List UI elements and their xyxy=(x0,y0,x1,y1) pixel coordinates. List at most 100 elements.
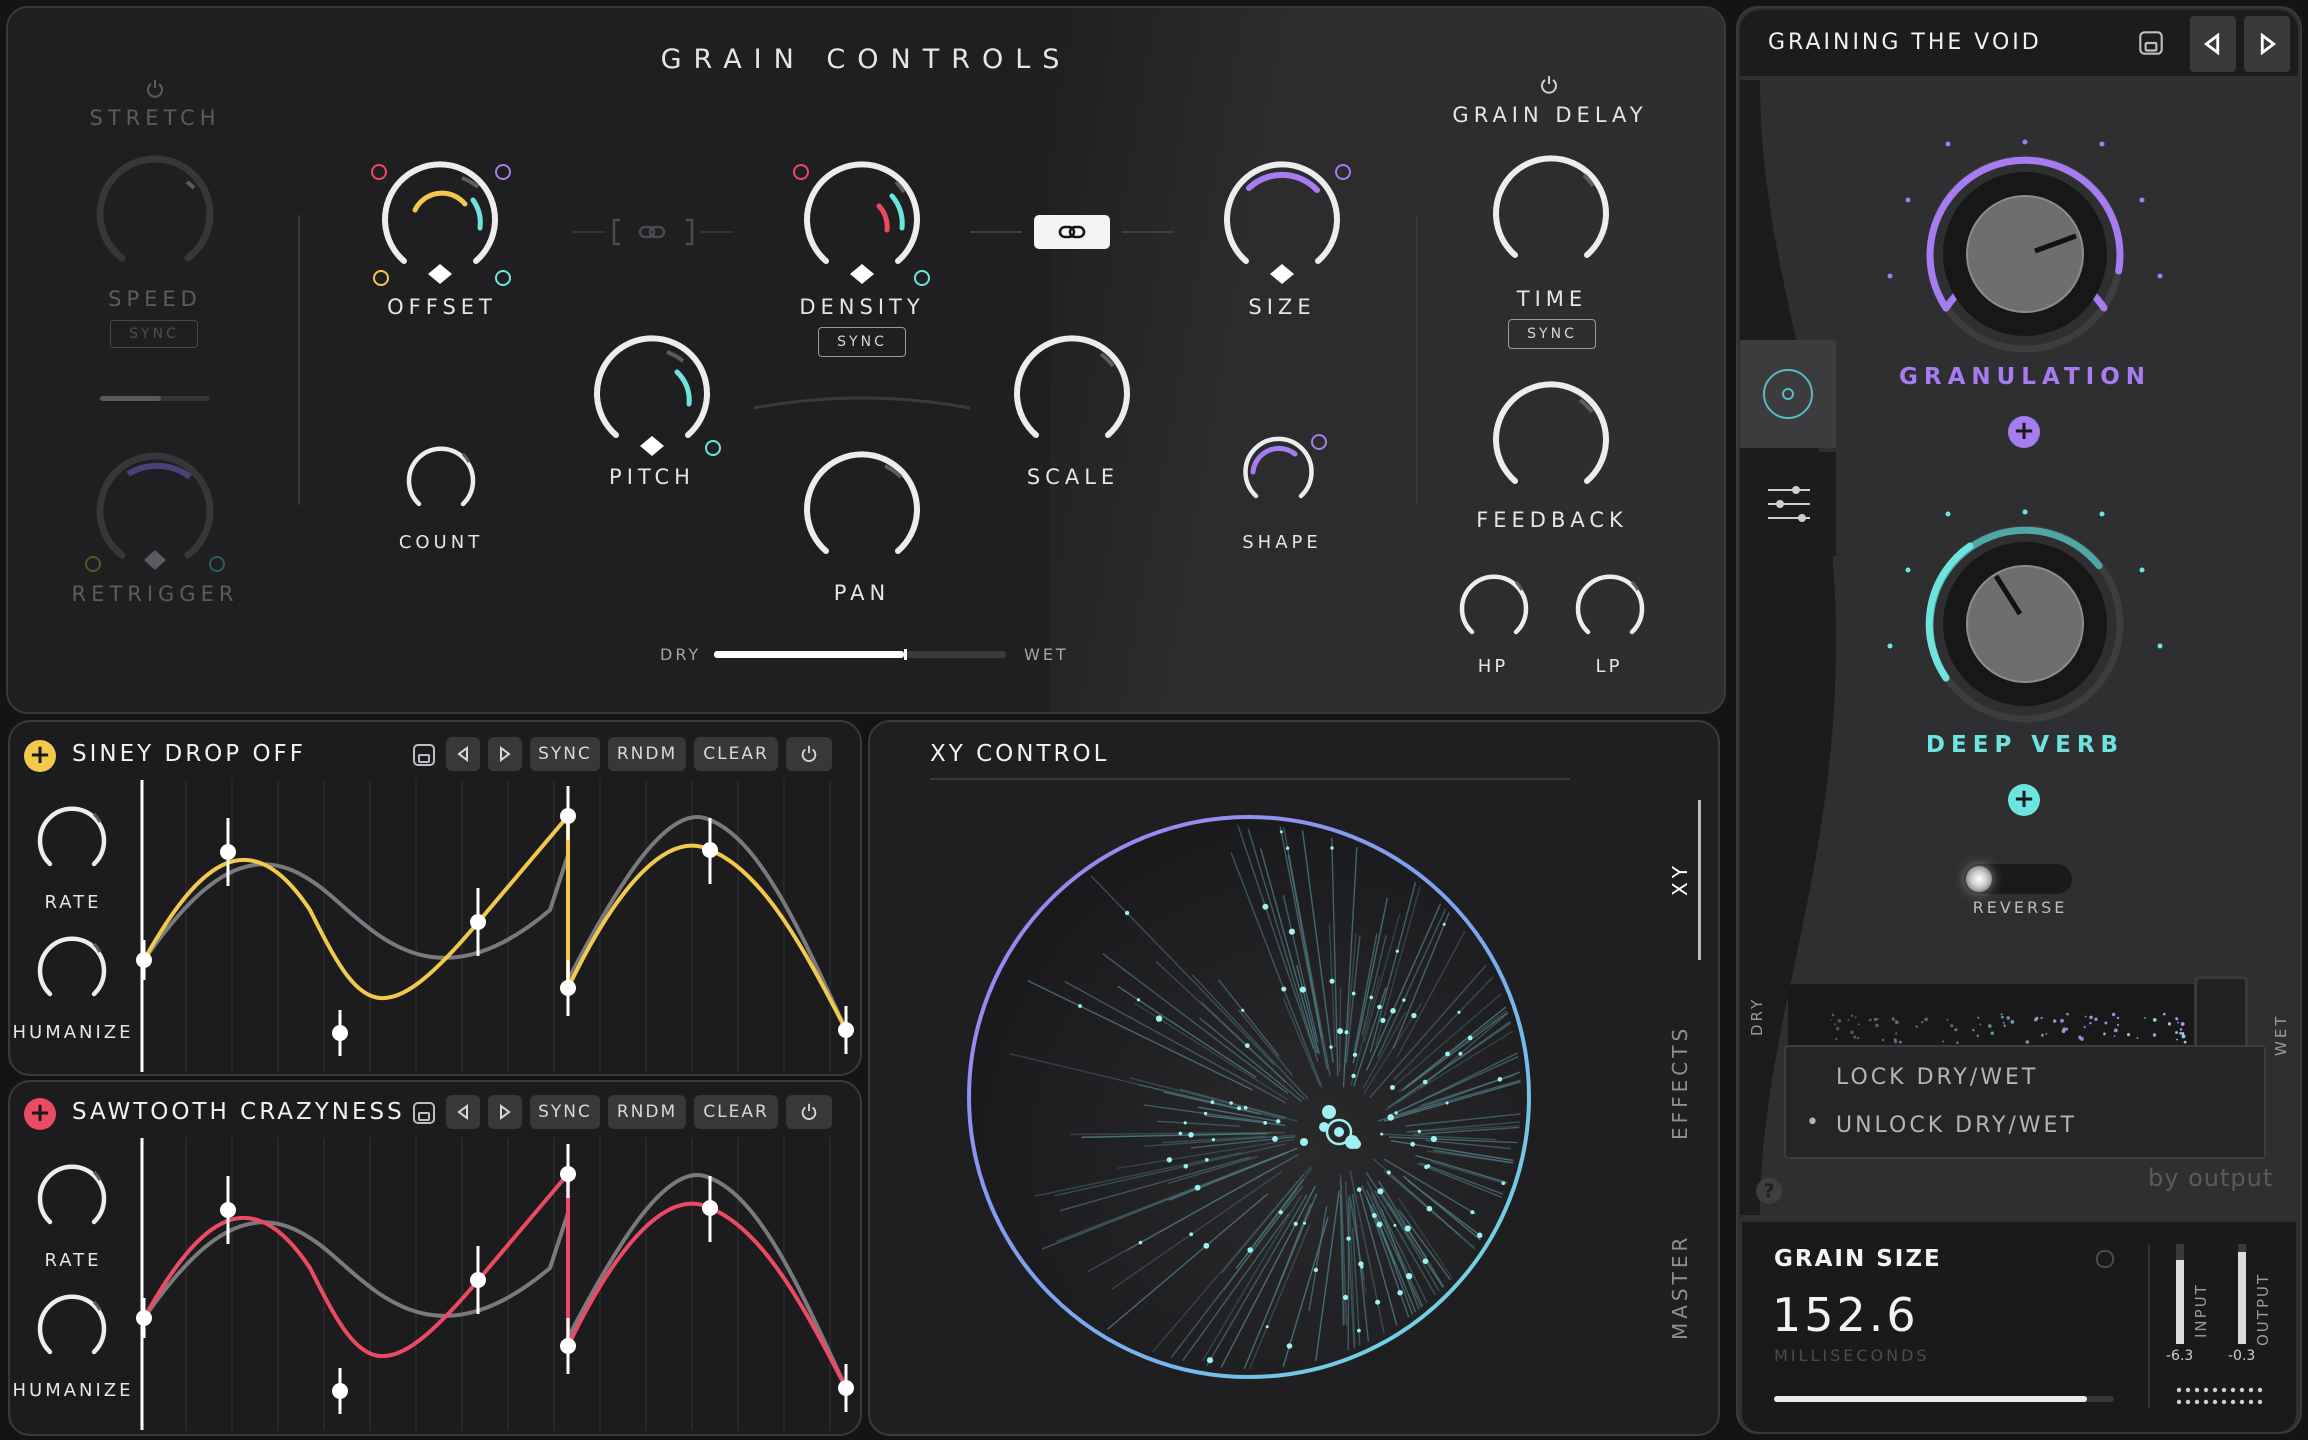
xy-grain-dot xyxy=(1244,1043,1250,1048)
xy-pad[interactable] xyxy=(964,812,1534,1382)
xy-grain-dot xyxy=(1342,1294,1349,1300)
xy-grain-dot xyxy=(1203,1111,1208,1116)
dry-wet-sparkle xyxy=(2113,1035,2116,1037)
dry-wet-sparkle xyxy=(1894,1020,1899,1025)
unlock-dry-wet-option[interactable]: UNLOCK DRY/WET xyxy=(1836,1113,2077,1138)
density-knob[interactable] xyxy=(793,160,930,290)
dry-wet-sparkle xyxy=(2180,1022,2185,1026)
grain-delay-power-icon[interactable] xyxy=(1538,74,1560,96)
xy-grain-dot xyxy=(1293,1221,1298,1226)
mod2-curve-editor[interactable] xyxy=(136,1138,856,1430)
lp-knob[interactable] xyxy=(1572,568,1648,644)
pitch-knob[interactable] xyxy=(587,334,721,464)
preset-dry-wet-display[interactable] xyxy=(1788,976,2248,1062)
help-icon[interactable]: ? xyxy=(1756,1178,1782,1204)
shape-label: SHAPE xyxy=(1242,532,1322,553)
dry-wet-sparkle xyxy=(2065,1027,2069,1031)
pan-scale-arc xyxy=(753,396,971,410)
tab-effects[interactable]: EFFECTS xyxy=(1668,1025,1692,1140)
preset-next-button[interactable] xyxy=(2244,16,2290,72)
mod2-add-icon[interactable]: + xyxy=(24,1098,56,1130)
mod2-power-button[interactable] xyxy=(786,1095,832,1129)
mod1-prev-icon xyxy=(457,746,468,762)
xy-title-underline xyxy=(930,778,1570,780)
offset-density-link-icon[interactable] xyxy=(612,216,694,248)
speed-sync-button[interactable]: SYNC xyxy=(110,320,198,348)
link-line-3 xyxy=(970,231,1022,233)
speed-knob[interactable] xyxy=(90,155,220,285)
tab-master[interactable]: MASTER xyxy=(1668,1234,1692,1340)
dry-wet-sparkle xyxy=(2116,1016,2120,1020)
stretch-slider-fill xyxy=(100,396,161,401)
preset-save-icon[interactable] xyxy=(2136,28,2166,58)
speed-label: SPEED xyxy=(108,287,202,311)
mod2-name: SAWTOOTH CRAZYNESS xyxy=(72,1099,405,1125)
input-meter-label: INPUT xyxy=(2192,1283,2210,1338)
mod1-humanize-knob[interactable] xyxy=(34,930,110,1006)
nav-tab-xy[interactable] xyxy=(1740,340,1836,448)
count-knob[interactable] xyxy=(403,440,479,516)
reverse-toggle[interactable] xyxy=(1964,864,2072,894)
tab-xy[interactable]: XY xyxy=(1668,862,1692,896)
dry-wet-sparkle xyxy=(2078,1037,2081,1040)
dry-wet-sparkle xyxy=(1831,1013,1835,1017)
stretch-power-icon[interactable] xyxy=(144,78,166,100)
mod2-rndm-button[interactable]: RNDM xyxy=(608,1095,686,1129)
retrigger-knob[interactable] xyxy=(85,452,225,582)
stretch-slider[interactable] xyxy=(100,396,210,401)
mod1-next-button[interactable] xyxy=(488,737,522,771)
grain-dry-wet-handle[interactable] xyxy=(903,649,907,660)
mod1-sync-button[interactable]: SYNC xyxy=(530,737,600,771)
xy-grain-dot xyxy=(1380,1017,1386,1023)
mod2-prev-button[interactable] xyxy=(446,1095,480,1129)
offset-knob[interactable] xyxy=(371,160,511,290)
xy-grain-dot xyxy=(1279,830,1283,834)
shape-knob[interactable] xyxy=(1243,432,1343,512)
xy-grain-dot xyxy=(1497,1077,1503,1082)
mod2-rate-label: RATE xyxy=(44,1250,102,1271)
xy-grain-dot xyxy=(1183,1121,1187,1125)
dry-label: DRY xyxy=(660,645,702,664)
dry-wet-sparkle xyxy=(1894,1040,1898,1044)
time-sync-button[interactable]: SYNC xyxy=(1508,319,1596,349)
xy-grain-dot xyxy=(1286,1343,1293,1349)
deep-verb-knob[interactable] xyxy=(1880,506,2170,756)
xy-grain-dot xyxy=(1211,1138,1215,1142)
xy-grain-dot xyxy=(1189,1232,1194,1237)
grain-dry-wet-slider[interactable] xyxy=(714,649,1006,660)
granulation-add-icon[interactable]: + xyxy=(2008,416,2040,448)
nav-tab-mixer[interactable] xyxy=(1740,452,1836,556)
mod2-save-icon[interactable] xyxy=(410,1099,438,1127)
hp-knob[interactable] xyxy=(1456,568,1532,644)
mod1-power-button[interactable] xyxy=(786,737,832,771)
dry-wet-sparkle xyxy=(1972,1028,1975,1032)
mod2-sync-button[interactable]: SYNC xyxy=(530,1095,600,1129)
output-meter-label: OUTPUT xyxy=(2254,1272,2272,1346)
mod1-add-icon[interactable]: + xyxy=(24,740,56,772)
mod1-clear-button[interactable]: CLEAR xyxy=(694,737,778,771)
time-knob[interactable] xyxy=(1486,154,1616,284)
xy-grain-dot xyxy=(1337,1028,1344,1035)
pan-knob[interactable] xyxy=(797,450,927,580)
preset-name[interactable]: GRAINING THE VOID xyxy=(1768,30,2042,55)
mod2-rate-knob[interactable] xyxy=(34,1158,110,1234)
preset-prev-button[interactable] xyxy=(2190,16,2236,72)
lock-dry-wet-option[interactable]: LOCK DRY/WET xyxy=(1836,1065,2038,1090)
deep-verb-add-icon[interactable]: + xyxy=(2008,784,2040,816)
mod2-humanize-knob[interactable] xyxy=(34,1288,110,1364)
scale-knob[interactable] xyxy=(1007,334,1137,464)
granulation-knob[interactable] xyxy=(1880,136,2170,386)
mod1-rate-knob[interactable] xyxy=(34,800,110,876)
mod1-rndm-button[interactable]: RNDM xyxy=(608,737,686,771)
mod1-curve-editor[interactable] xyxy=(136,780,856,1072)
mod2-clear-button[interactable]: CLEAR xyxy=(694,1095,778,1129)
mod1-prev-button[interactable] xyxy=(446,737,480,771)
dry-wet-sparkle xyxy=(1895,1032,1898,1035)
dry-wet-sparkle xyxy=(2089,1022,2092,1025)
mod2-next-button[interactable] xyxy=(488,1095,522,1129)
feedback-knob[interactable] xyxy=(1486,380,1616,510)
mod1-save-icon[interactable] xyxy=(410,741,438,769)
density-size-link-button[interactable] xyxy=(1034,215,1110,249)
size-knob[interactable] xyxy=(1217,160,1351,290)
density-sync-button[interactable]: SYNC xyxy=(818,327,906,357)
